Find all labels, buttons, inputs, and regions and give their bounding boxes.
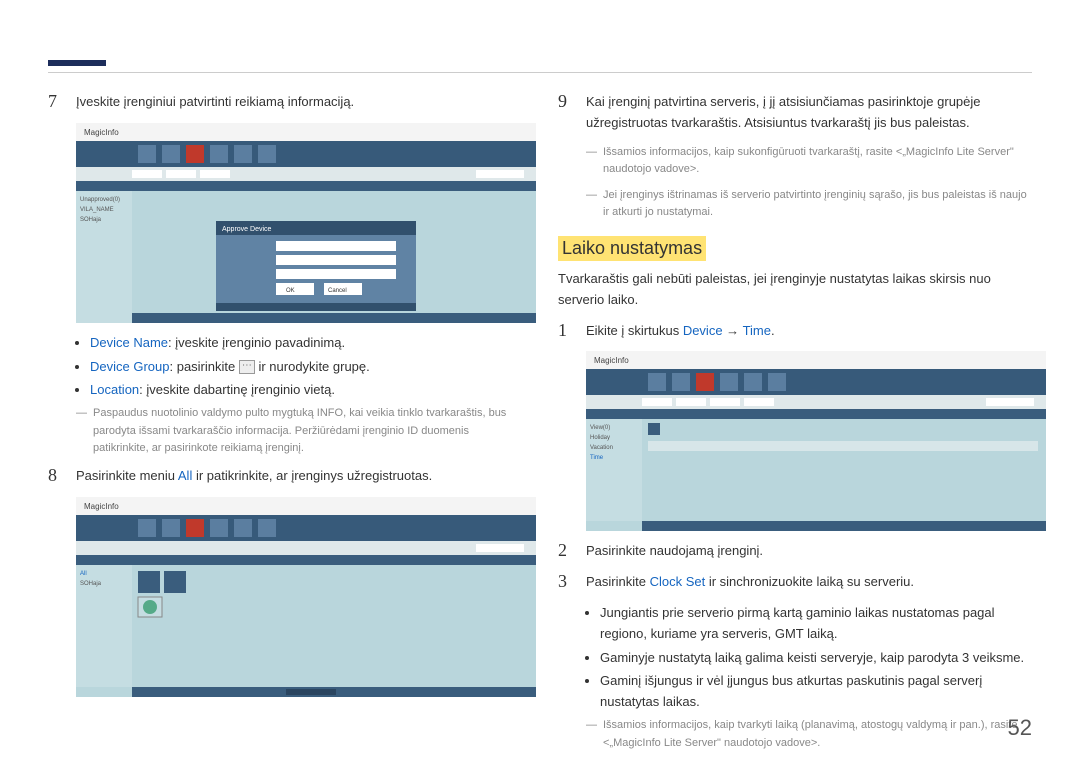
bullet-device-group: Device Group: pasirinkite ir nurodykite … (90, 357, 522, 378)
magicinfo-screenshot-2: MagicInfo All SOHaja (76, 497, 536, 697)
app-title-label: MagicInfo (84, 128, 119, 137)
svg-text:MagicInfo: MagicInfo (594, 356, 629, 365)
bullet-gmt: Jungiantis prie serverio pirmą kartą gam… (600, 603, 1032, 645)
power-icon (143, 600, 157, 614)
step-8-text: Pasirinkite meniu All ir patikrinkite, a… (76, 466, 522, 487)
step-1-text: Eikite į skirtukus Device → Time. (586, 321, 1032, 342)
step-number-2: 2 (558, 541, 574, 562)
step-1: 1 Eikite į skirtukus Device → Time. (558, 321, 1032, 342)
magicinfo-screenshot-1: MagicInfo Unapproved(0) VILA_NAME SOHaja (76, 123, 536, 323)
step-number-3: 3 (558, 572, 574, 593)
screenshot-device-list: MagicInfo All SOHaja (76, 497, 522, 697)
step-number-8: 8 (48, 466, 64, 487)
magicinfo-screenshot-3: MagicInfo View(0) Holiday Vacation Time (586, 351, 1046, 531)
svg-text:Approve Device: Approve Device (222, 226, 272, 233)
svg-text:SOHaja: SOHaja (80, 581, 102, 587)
step-8: 8 Pasirinkite meniu All ir patikrinkite,… (48, 466, 522, 487)
browse-icon (239, 360, 255, 374)
bullet-location: Location: įveskite dabartinę įrenginio v… (90, 380, 522, 401)
step-7-note: ―Paspaudus nuotolinio valdymo pulto mygt… (76, 405, 522, 458)
step-7-text: Įveskite įrenginiui patvirtinti reikiamą… (76, 92, 522, 113)
svg-text:Holiday: Holiday (590, 435, 610, 441)
step-number-9: 9 (558, 92, 574, 134)
bullet-change-server: Gaminyje nustatytą laiką galima keisti s… (600, 648, 1032, 669)
screenshot-time-tab: MagicInfo View(0) Holiday Vacation Time (586, 351, 1032, 531)
step-9: 9 Kai įrenginį patvirtina serveris, į jį… (558, 92, 1032, 134)
bullet-device-name: Device Name: įveskite įrenginio pavadini… (90, 333, 522, 354)
right-column: 9 Kai įrenginį patvirtina serveris, į jį… (558, 92, 1032, 760)
heading-time-setting: Laiko nustatymas (558, 236, 706, 261)
step-7-bullets: Device Name: įveskite įrenginio pavadini… (76, 333, 522, 401)
svg-text:Vacation: Vacation (590, 445, 613, 451)
page-number: 52 (1008, 715, 1032, 741)
step-7: 7 Įveskite įrenginiui patvirtinti reikia… (48, 92, 522, 113)
step-2-text: Pasirinkite naudojamą įrenginį. (586, 541, 1032, 562)
svg-text:SOHaja: SOHaja (80, 217, 102, 223)
two-column-layout: 7 Įveskite įrenginiui patvirtinti reikia… (48, 92, 1032, 760)
step-3: 3 Pasirinkite Clock Set ir sinchronizuok… (558, 572, 1032, 593)
left-column: 7 Įveskite įrenginiui patvirtinti reikia… (48, 92, 522, 760)
step-9-note-1: ―Išsamios informacijos, kaip sukonfigūru… (586, 144, 1032, 179)
svg-text:All: All (80, 571, 87, 577)
svg-text:Time: Time (590, 455, 604, 461)
step-number-1: 1 (558, 321, 574, 342)
screenshot-approve-device: MagicInfo Unapproved(0) VILA_NAME SOHaja (76, 123, 522, 323)
svg-text:Cancel: Cancel (328, 288, 347, 294)
page: 7 Įveskite įrenginiui patvirtinti reikia… (0, 0, 1080, 763)
svg-text:View(0): View(0) (590, 425, 610, 431)
svg-text:Unapproved(0): Unapproved(0) (80, 197, 120, 203)
time-intro: Tvarkaraštis gali nebūti paleistas, jei … (558, 269, 1032, 311)
bullet-restore: Gaminį išjungus ir vėl įjungus bus atkur… (600, 671, 1032, 713)
svg-text:MagicInfo: MagicInfo (84, 502, 119, 511)
step-number-7: 7 (48, 92, 64, 113)
svg-text:OK: OK (286, 288, 295, 294)
step-9-note-2: ―Jei įrenginys ištrinamas iš serverio pa… (586, 187, 1032, 222)
step-2: 2 Pasirinkite naudojamą įrenginį. (558, 541, 1032, 562)
svg-text:VILA_NAME: VILA_NAME (80, 207, 114, 213)
step-9-text: Kai įrenginį patvirtina serveris, į jį a… (586, 92, 1032, 134)
step-3-bullets: Jungiantis prie serverio pirmą kartą gam… (586, 603, 1032, 713)
header-accent (48, 60, 106, 66)
step-3-note: ―Išsamios informacijos, kaip tvarkyti la… (586, 717, 1032, 752)
header-rule (48, 72, 1032, 73)
step-3-text: Pasirinkite Clock Set ir sinchronizuokit… (586, 572, 1032, 593)
